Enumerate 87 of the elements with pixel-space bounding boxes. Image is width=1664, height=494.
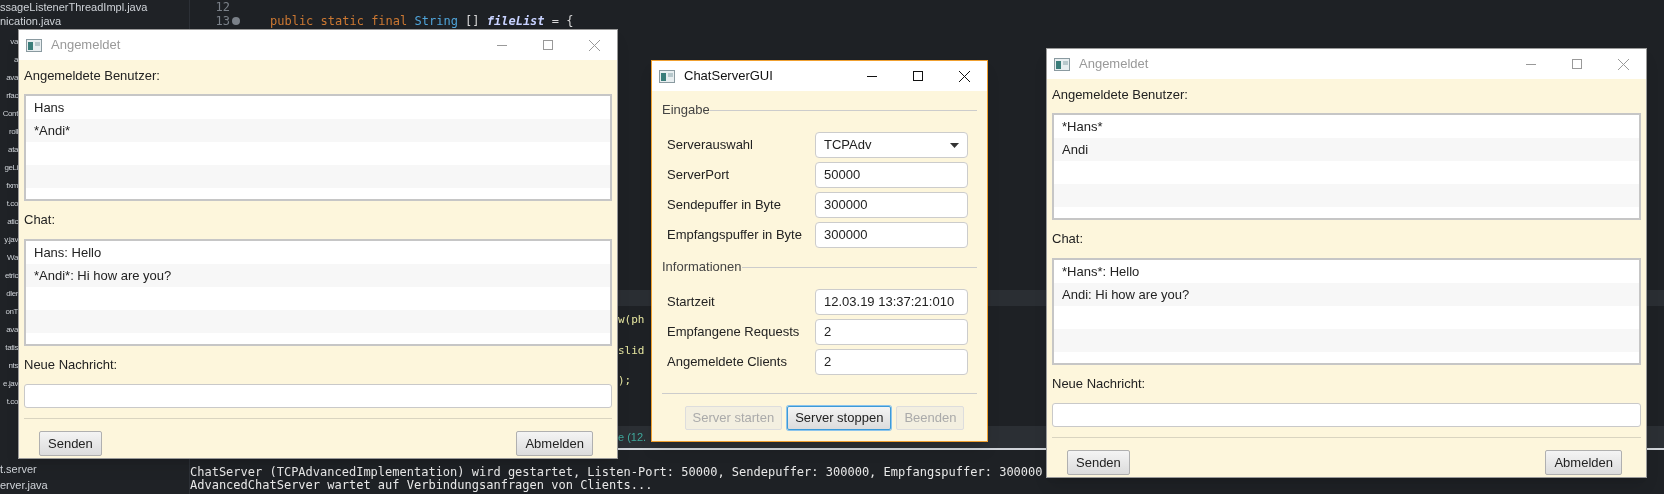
window-icon [659, 69, 675, 83]
file-tree-item[interactable]: va [10, 37, 18, 47]
window-title: ChatServerGUI [684, 67, 773, 86]
user-list[interactable]: *Hans* Andi [1052, 113, 1641, 220]
close-icon [1617, 58, 1629, 70]
window-icon [1054, 57, 1070, 71]
logout-button[interactable]: Abmelden [1545, 450, 1622, 475]
file-tree-item[interactable]: ava [6, 73, 18, 83]
file-tree-item[interactable]: tatis [5, 343, 18, 353]
close-icon [958, 70, 970, 82]
fold-icon [232, 17, 240, 25]
console-tab[interactable]: e (12. [618, 428, 647, 446]
file-tree-item[interactable]: ata [8, 145, 18, 155]
maximize-icon [1572, 59, 1582, 69]
section-label: Angemeldete Benutzer: [23, 67, 161, 85]
field-label: Startzeit [667, 293, 716, 312]
group-title: Informationen [662, 258, 742, 277]
file-tree-item[interactable]: a [13, 55, 18, 65]
value-field[interactable]: 300000 [815, 192, 968, 218]
value-field[interactable]: 2 [815, 349, 968, 375]
minimize-icon [867, 75, 877, 77]
list-item[interactable]: *Andi* [26, 119, 610, 142]
server-dropdown[interactable]: TCPAdv [815, 132, 968, 158]
file-tree-item[interactable]: roll [8, 127, 18, 137]
file-tree-item[interactable]: e.jav [3, 379, 18, 389]
file-tree-item[interactable]: fxm [6, 181, 18, 191]
code-fragment: w(ph [618, 312, 645, 328]
code-line: public static final String [] fileList = { [270, 14, 574, 28]
field-label: Angemeldete Clients [667, 353, 788, 372]
section-label: Angemeldete Benutzer: [1051, 86, 1189, 104]
console-line: ChatServer (TCPAdvancedImplementation) wird gestartet, Listen-Port: 50000, Sendepuffer: 300000, Empfangspuffer: 300000 [190, 466, 1044, 479]
maximize-icon [543, 40, 553, 50]
section-label: Chat: [1051, 230, 1085, 248]
file-tree-item[interactable]: atic [7, 217, 18, 227]
file-tree-item[interactable]: Wa [7, 253, 18, 263]
value-field[interactable]: 12.03.19 13:37:21:010 [815, 289, 968, 315]
code-fragment: slid [618, 342, 645, 359]
maximize-icon [913, 71, 923, 81]
list-item[interactable]: Andi: Hi how are you? [1054, 283, 1639, 306]
window-title: Angemeldet [51, 36, 121, 55]
file-tree-item[interactable]: onT [5, 307, 18, 317]
field-label: Empfangene Requests [667, 323, 801, 342]
field-label: ServerPort [667, 166, 731, 185]
file-tree-item[interactable]: ssageListenerThreadImpl.java [0, 0, 148, 14]
server-button[interactable]: Server stoppen [787, 406, 892, 430]
list-item[interactable]: Andi [1054, 138, 1639, 161]
section-label: Chat: [23, 211, 57, 229]
file-tree-item[interactable]: nts [8, 361, 18, 371]
file-tree-item[interactable]: rfac [6, 91, 18, 101]
send-button[interactable]: Senden [39, 431, 102, 456]
message-field[interactable] [24, 384, 612, 408]
chat-list[interactable]: *Hans*: Hello Andi: Hi how are you? [1052, 258, 1641, 365]
section-label: Neue Nachricht: [23, 356, 119, 374]
close-icon [588, 39, 600, 51]
field-label: Empfangspuffer in Byte [667, 226, 803, 245]
file-tree-item[interactable]: t.server [0, 461, 37, 477]
field-label: Serverauswahl [667, 136, 754, 155]
value-field[interactable]: 2 [815, 319, 968, 345]
file-tree-item[interactable]: Cont [2, 109, 18, 119]
message-field[interactable] [1052, 403, 1641, 427]
file-tree-item[interactable]: ava [6, 325, 18, 335]
console-line: AdvancedChatServer wartet auf Verbindungsanfragen von Clients... [190, 479, 654, 492]
file-tree-item[interactable]: t.co [6, 397, 18, 407]
file-tree-item[interactable]: nication.java [0, 14, 62, 28]
logout-button[interactable]: Abmelden [516, 431, 593, 456]
window-icon [26, 38, 42, 52]
file-tree-item[interactable]: geLi [4, 163, 18, 173]
code-fragment: ); [618, 373, 632, 389]
section-label: Neue Nachricht: [1051, 375, 1147, 393]
send-button[interactable]: Senden [1067, 450, 1130, 475]
line-number: 12 [214, 0, 230, 14]
window-title: Angemeldet [1079, 55, 1149, 74]
chat-list[interactable]: Hans: Hello *Andi*: Hi how are you? [24, 239, 612, 346]
caret-icon [950, 142, 959, 148]
line-number: 13 [214, 14, 230, 28]
value-field[interactable]: 300000 [815, 222, 968, 248]
file-tree-item[interactable]: erver.java [0, 477, 48, 493]
user-list[interactable]: Hans *Andi* [24, 94, 612, 201]
value-field[interactable]: 50000 [815, 162, 968, 188]
minimize-icon [497, 44, 507, 46]
file-tree-item[interactable]: dler [6, 289, 18, 299]
file-tree-item[interactable]: t.co [6, 199, 18, 209]
minimize-icon [1526, 63, 1536, 65]
file-tree-item[interactable]: etric [4, 271, 18, 281]
field-label: Sendepuffer in Byte [667, 196, 782, 215]
list-item[interactable]: *Andi*: Hi how are you? [26, 264, 610, 287]
group-title: Eingabe [662, 101, 710, 120]
